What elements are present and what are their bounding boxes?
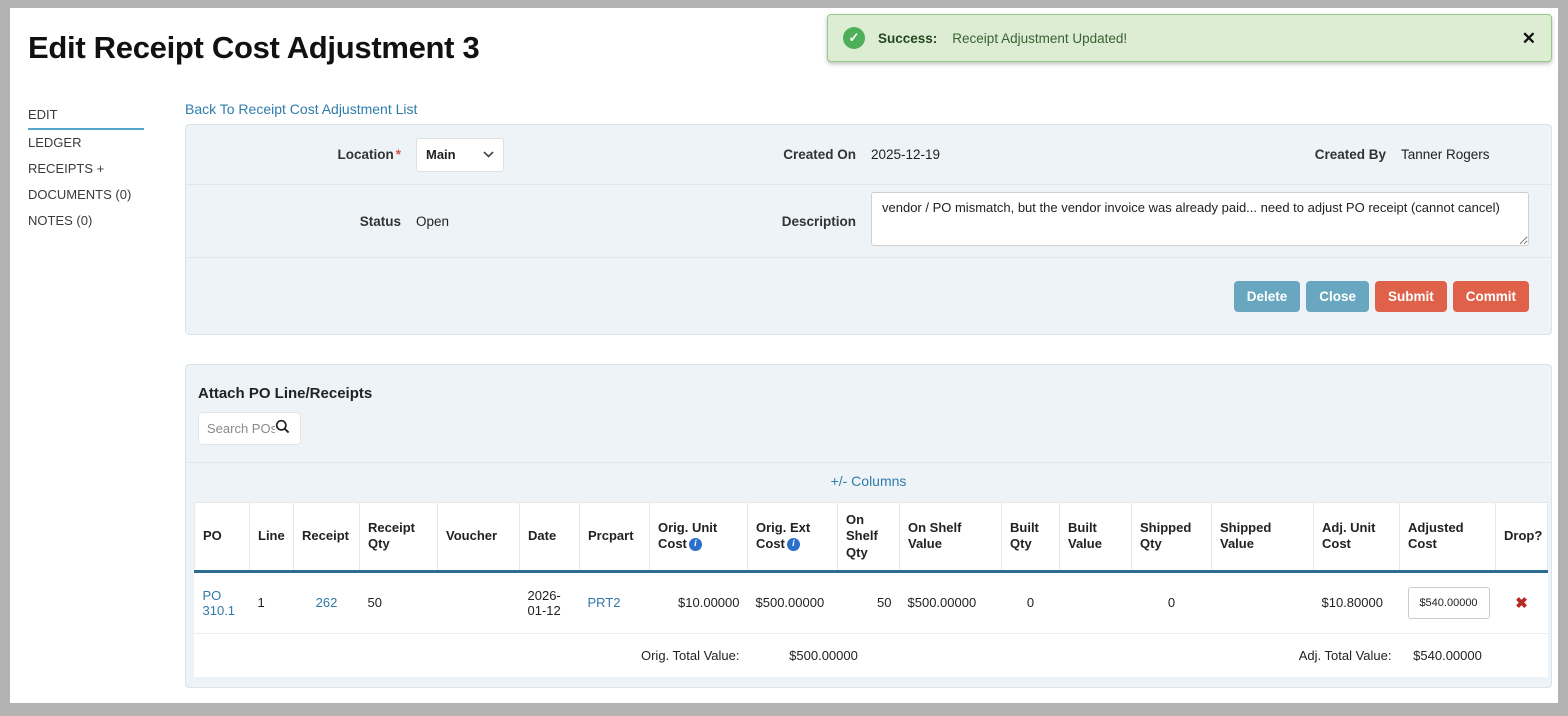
built-qty-cell: 0 — [1002, 571, 1060, 633]
built-value-cell — [1060, 571, 1132, 633]
submit-button[interactable]: Submit — [1375, 281, 1447, 312]
back-link[interactable]: Back To Receipt Cost Adjustment List — [185, 101, 417, 117]
po-link[interactable]: PO 310.1 — [203, 588, 236, 618]
col-header-orig-unit-cost: Orig. Unit Costi — [650, 503, 748, 572]
status-label: Status — [186, 214, 401, 229]
col-header-line: Line — [250, 503, 294, 572]
col-header-drop: Drop? — [1496, 503, 1548, 572]
columns-toggle-link[interactable]: +/- Columns — [831, 473, 907, 489]
orig-ext-cost-cell: $500.00000 — [748, 571, 838, 633]
search-icon — [275, 419, 290, 439]
commit-button[interactable]: Commit — [1453, 281, 1529, 312]
po-receipts-table: PO Line Receipt Receipt Qty Voucher Date… — [194, 502, 1548, 677]
receipt-qty-cell: 50 — [360, 571, 438, 633]
close-icon[interactable]: ✕ — [1522, 30, 1536, 47]
orig-total-value: $500.00000 — [748, 633, 900, 677]
receipt-link[interactable]: 262 — [316, 595, 338, 610]
adj-total-value: $540.00000 — [1400, 633, 1496, 677]
description-label: Description — [731, 214, 856, 229]
alert-label: Success: — [878, 31, 937, 46]
on-shelf-qty-cell: 50 — [838, 571, 900, 633]
created-by-label: Created By — [1296, 147, 1386, 162]
check-circle-icon: ✓ — [843, 27, 865, 49]
col-header-shipped-value: Shipped Value — [1212, 503, 1314, 572]
sidebar-item-notes[interactable]: NOTES (0) — [28, 208, 144, 234]
col-header-adjusted-cost: Adjusted Cost — [1400, 503, 1496, 572]
sidebar-item-documents[interactable]: DOCUMENTS (0) — [28, 182, 144, 208]
description-textarea[interactable]: vendor / PO mismatch, but the vendor inv… — [871, 192, 1529, 246]
totals-row: Orig. Total Value: $500.00000 Adj. Total… — [195, 633, 1548, 677]
page-header: Edit Receipt Cost Adjustment 3 ✓ Success… — [10, 8, 1558, 100]
drop-cell: ✖ — [1496, 571, 1548, 633]
col-header-built-qty: Built Qty — [1002, 503, 1060, 572]
col-header-date: Date — [520, 503, 580, 572]
location-select-value: Main — [426, 147, 456, 162]
on-shelf-value-cell: $500.00000 — [900, 571, 1002, 633]
attach-po-heading: Attach PO Line/Receipts — [186, 365, 1551, 412]
sidebar-item-receipts[interactable]: RECEIPTS + — [28, 156, 144, 182]
line-cell: 1 — [250, 571, 294, 633]
col-header-built-value: Built Value — [1060, 503, 1132, 572]
date-cell: 2026-01-12 — [520, 571, 580, 633]
receipt-cell: 262 — [294, 571, 360, 633]
table-row: PO 310.1 1 262 50 2026-01-12 PRT2 $10.00… — [195, 571, 1548, 633]
col-header-prcpart: Prcpart — [580, 503, 650, 572]
col-header-voucher: Voucher — [438, 503, 520, 572]
info-icon[interactable]: i — [689, 538, 702, 551]
alert-message: Receipt Adjustment Updated! — [952, 31, 1127, 46]
chevron-down-icon — [483, 151, 494, 158]
close-button[interactable]: Close — [1306, 281, 1369, 312]
location-select[interactable]: Main — [416, 138, 504, 172]
prcpart-cell: PRT2 — [580, 571, 650, 633]
po-search-box — [198, 412, 301, 445]
drop-row-icon[interactable]: ✖ — [1515, 595, 1528, 612]
col-header-on-shelf-value: On Shelf Value — [900, 503, 1002, 572]
adjusted-cost-input[interactable] — [1408, 587, 1490, 619]
col-header-on-shelf-qty: On Shelf Qty — [838, 503, 900, 572]
attach-po-panel: Attach PO Line/Receipts +/- Columns — [185, 364, 1552, 688]
delete-button[interactable]: Delete — [1234, 281, 1301, 312]
sidebar: EDIT LEDGER RECEIPTS + DOCUMENTS (0) NOT… — [28, 100, 185, 688]
info-icon[interactable]: i — [787, 538, 800, 551]
adjusted-cost-cell — [1400, 571, 1496, 633]
col-header-po: PO — [195, 503, 250, 572]
shipped-value-cell — [1212, 571, 1314, 633]
sidebar-item-edit[interactable]: EDIT — [28, 102, 144, 130]
created-on-label: Created On — [731, 147, 856, 162]
col-header-orig-ext-cost: Orig. Ext Costi — [748, 503, 838, 572]
prcpart-link[interactable]: PRT2 — [588, 595, 621, 610]
col-header-adj-unit-cost: Adj. Unit Cost — [1314, 503, 1400, 572]
status-value: Open — [401, 214, 731, 229]
adj-total-label: Adj. Total Value: — [1212, 633, 1400, 677]
location-label: Location* — [186, 147, 401, 162]
edit-form-panel: Location* Main Created On 2025-12-19 Cre… — [185, 124, 1552, 335]
adj-unit-cost-cell: $10.80000 — [1314, 571, 1400, 633]
po-search-input[interactable] — [207, 421, 275, 436]
po-cell: PO 310.1 — [195, 571, 250, 633]
created-on-value: 2025-12-19 — [856, 147, 1296, 162]
success-alert: ✓ Success: Receipt Adjustment Updated! ✕ — [827, 14, 1552, 62]
shipped-qty-cell: 0 — [1132, 571, 1212, 633]
orig-unit-cost-cell: $10.00000 — [650, 571, 748, 633]
col-header-receipt-qty: Receipt Qty — [360, 503, 438, 572]
col-header-receipt: Receipt — [294, 503, 360, 572]
orig-total-label: Orig. Total Value: — [520, 633, 748, 677]
app-window: Edit Receipt Cost Adjustment 3 ✓ Success… — [10, 8, 1558, 703]
col-header-shipped-qty: Shipped Qty — [1132, 503, 1212, 572]
created-by-value: Tanner Rogers — [1386, 147, 1490, 162]
voucher-cell — [438, 571, 520, 633]
sidebar-item-ledger[interactable]: LEDGER — [28, 130, 144, 156]
